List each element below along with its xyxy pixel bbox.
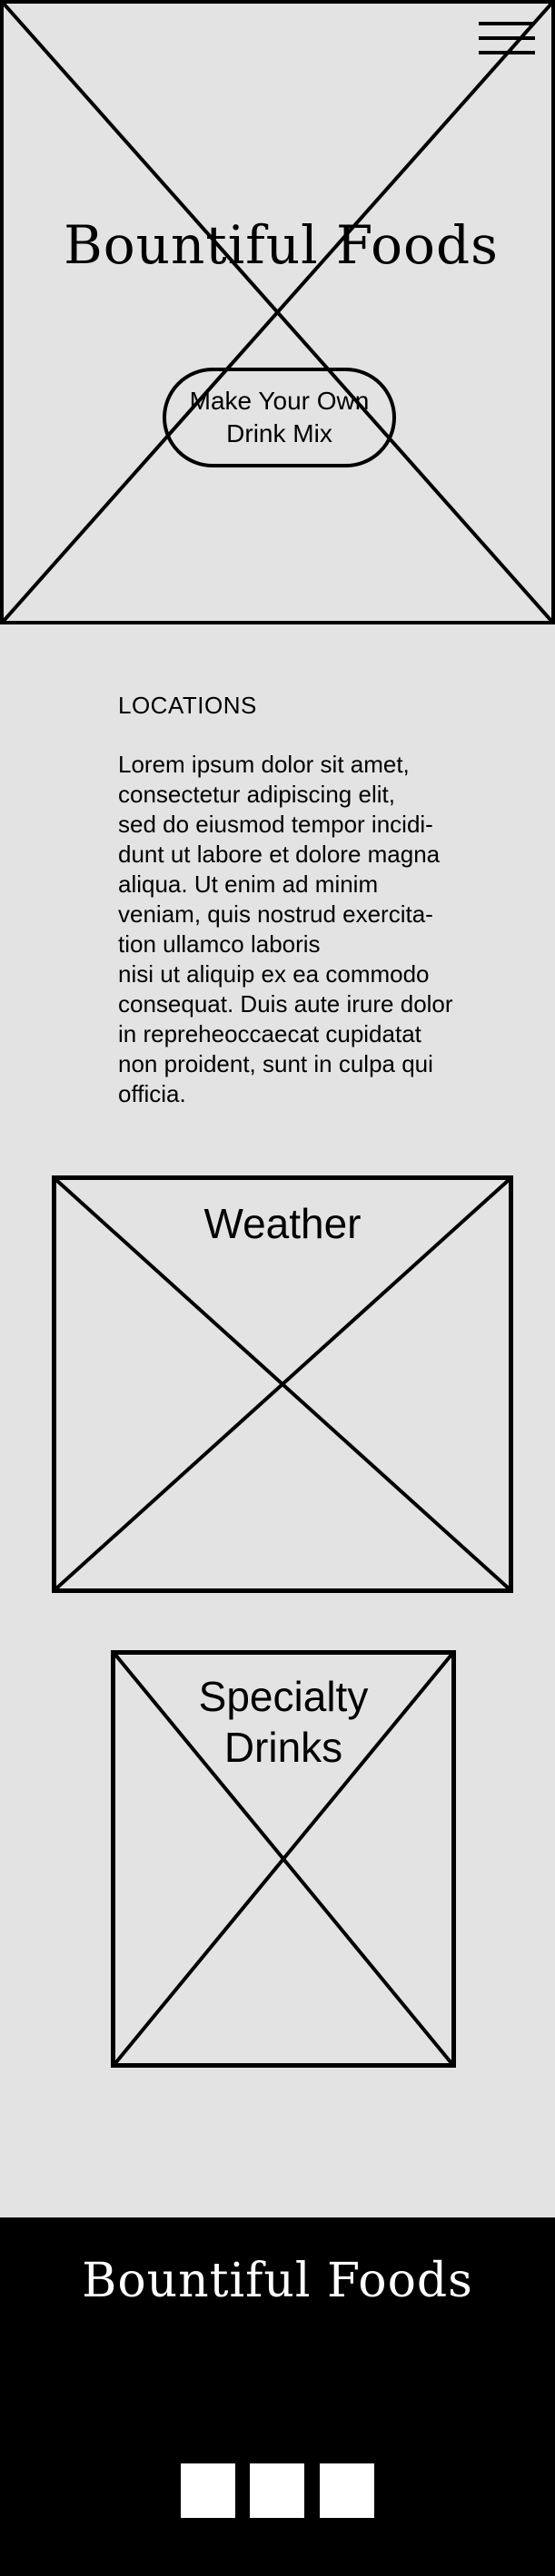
social-icon[interactable]: [320, 2463, 374, 2518]
text-line: in repreheoccaecat cupidatat: [118, 1020, 421, 1047]
menu-line: [479, 36, 535, 40]
social-icon[interactable]: [181, 2463, 235, 2518]
menu-line: [479, 22, 535, 25]
footer: Bountiful Foods: [0, 2217, 555, 2576]
text-line: consequat. Duis aute irure dolor: [118, 990, 453, 1018]
make-drink-mix-button[interactable]: Make Your Own Drink Mix: [163, 368, 396, 467]
specialty-title-line: Specialty: [198, 1673, 369, 1720]
image-placeholder-icon: [4, 4, 551, 621]
text-line: Lorem ipsum dolor sit amet,: [118, 751, 410, 778]
text-line: non proident, sunt in culpa qui: [118, 1050, 433, 1077]
hero-title: Bountiful Foods: [64, 214, 499, 276]
text-line: consectetur adipiscing elit,: [118, 781, 395, 808]
text-line: nisi ut aliquip ex ea commodo: [118, 960, 430, 988]
specialty-title: Specialty Drinks: [115, 1671, 451, 1773]
text-line: dunt ut labore et dolore magna: [118, 841, 441, 868]
text-line: tion ullamco laboris: [118, 930, 321, 958]
text-line: veniam, quis nostrud exercita-: [118, 900, 433, 928]
text-line: aliqua. Ut enim ad minim: [118, 870, 379, 898]
locations-heading: LOCATIONS: [118, 692, 257, 719]
menu-line: [479, 51, 535, 54]
social-icon[interactable]: [250, 2463, 304, 2518]
hero-section: Bountiful Foods Make Your Own Drink Mix: [0, 0, 555, 624]
page: Bountiful Foods Make Your Own Drink Mix …: [0, 0, 555, 2576]
footer-title: Bountiful Foods: [82, 2254, 473, 2308]
text-line: officia.: [118, 1080, 186, 1107]
text-line: sed do eiusmod tempor incidi-: [118, 811, 433, 838]
specialty-drinks-card: Specialty Drinks: [111, 1650, 456, 2068]
specialty-title-line: Drinks: [223, 1724, 343, 1771]
weather-card: Weather: [52, 1175, 513, 1593]
weather-title: Weather: [203, 1200, 362, 1247]
hamburger-menu-icon[interactable]: [479, 22, 535, 58]
locations-text: Lorem ipsum dolor sit amet, consectetur …: [118, 750, 491, 1109]
